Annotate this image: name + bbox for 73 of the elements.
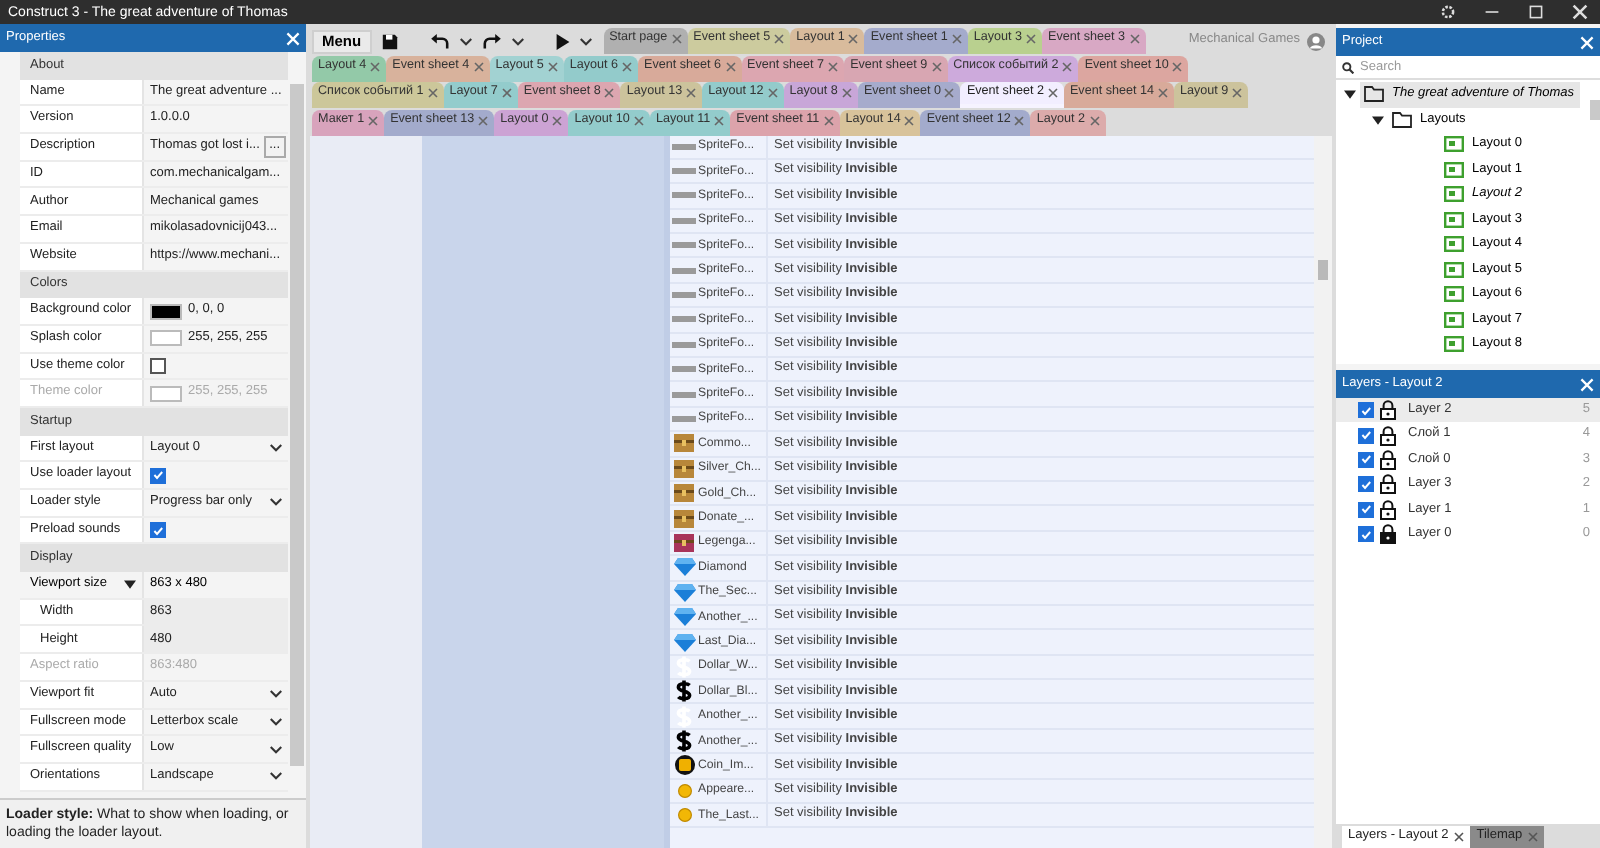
maximize-icon[interactable] xyxy=(1528,4,1544,20)
color-swatch[interactable] xyxy=(150,303,182,320)
caret-icon xyxy=(511,37,524,45)
text-sprite-icon xyxy=(672,314,696,325)
coin-icon xyxy=(673,754,695,777)
padlock-icon[interactable] xyxy=(1380,499,1396,520)
checkbox[interactable] xyxy=(150,357,166,374)
caret-icon xyxy=(459,37,472,45)
padlock-icon[interactable] xyxy=(1380,524,1396,545)
text-sprite-icon xyxy=(672,215,696,226)
checkbox[interactable] xyxy=(1358,427,1374,444)
close-icon[interactable] xyxy=(1454,832,1465,842)
chest-icon xyxy=(674,434,694,453)
expand-triangle-icon[interactable] xyxy=(1372,113,1384,126)
text-sprite-icon xyxy=(672,166,696,177)
scrollbar[interactable] xyxy=(290,84,304,766)
chest-icon xyxy=(674,533,694,552)
expand-triangle-icon[interactable] xyxy=(1344,88,1356,101)
text-sprite-icon xyxy=(672,364,696,375)
padlock-icon[interactable] xyxy=(1380,400,1396,421)
text-sprite-icon xyxy=(672,290,696,301)
text-sprite-icon xyxy=(672,265,696,276)
checkbox[interactable] xyxy=(1358,476,1374,493)
padlock-icon[interactable] xyxy=(1380,449,1396,470)
caret-icon xyxy=(579,37,592,45)
diamond-icon xyxy=(673,608,695,627)
caret-icon xyxy=(270,498,282,507)
padlock-icon[interactable] xyxy=(1380,425,1396,446)
padlock-icon[interactable] xyxy=(1380,474,1396,495)
chest-icon xyxy=(674,484,694,503)
color-swatch[interactable] xyxy=(150,330,182,347)
text-sprite-icon xyxy=(672,339,696,350)
scrollbar-thumb[interactable] xyxy=(1589,100,1599,120)
layout-icon xyxy=(1444,186,1464,203)
save-icon[interactable] xyxy=(381,33,398,49)
close-icon[interactable] xyxy=(1047,88,1058,98)
checkbox[interactable] xyxy=(1358,526,1374,543)
layout-icon xyxy=(1444,161,1464,178)
scrollbar-thumb[interactable] xyxy=(1318,259,1328,279)
text-sprite-icon xyxy=(672,389,696,400)
text-sprite-icon xyxy=(672,240,696,251)
layout-icon xyxy=(1444,211,1464,228)
play-icon[interactable] xyxy=(555,33,570,49)
diamond-icon xyxy=(673,633,695,651)
checkbox[interactable] xyxy=(1358,501,1374,518)
layout-icon xyxy=(1444,336,1464,353)
checkbox[interactable] xyxy=(150,522,166,539)
caret-icon xyxy=(270,443,282,452)
layout-icon xyxy=(1444,136,1464,153)
layout-icon xyxy=(1444,286,1464,303)
chest-icon xyxy=(674,509,694,528)
checkbox[interactable] xyxy=(150,467,166,484)
diamond-icon xyxy=(673,583,695,602)
gear-icon[interactable] xyxy=(1440,4,1456,20)
undo-icon[interactable] xyxy=(429,33,450,49)
avatar-icon[interactable] xyxy=(1306,31,1326,51)
search-icon xyxy=(1342,61,1354,73)
checkbox[interactable] xyxy=(1358,402,1374,419)
chest-icon xyxy=(674,459,694,478)
caret-icon xyxy=(270,745,282,754)
redo-icon[interactable] xyxy=(481,33,502,49)
text-sprite-icon xyxy=(672,413,696,424)
layout-icon xyxy=(1444,261,1464,278)
caret-icon xyxy=(270,690,282,699)
layout-icon xyxy=(1444,311,1464,328)
checkbox[interactable] xyxy=(1358,451,1374,468)
text-sprite-icon xyxy=(672,141,696,152)
text-sprite-icon xyxy=(672,190,696,201)
caret-icon xyxy=(270,772,282,781)
expand-triangle-icon[interactable] xyxy=(124,578,136,591)
layout-icon xyxy=(1444,236,1464,253)
diamond-icon xyxy=(673,558,695,577)
caret-icon xyxy=(270,717,282,726)
